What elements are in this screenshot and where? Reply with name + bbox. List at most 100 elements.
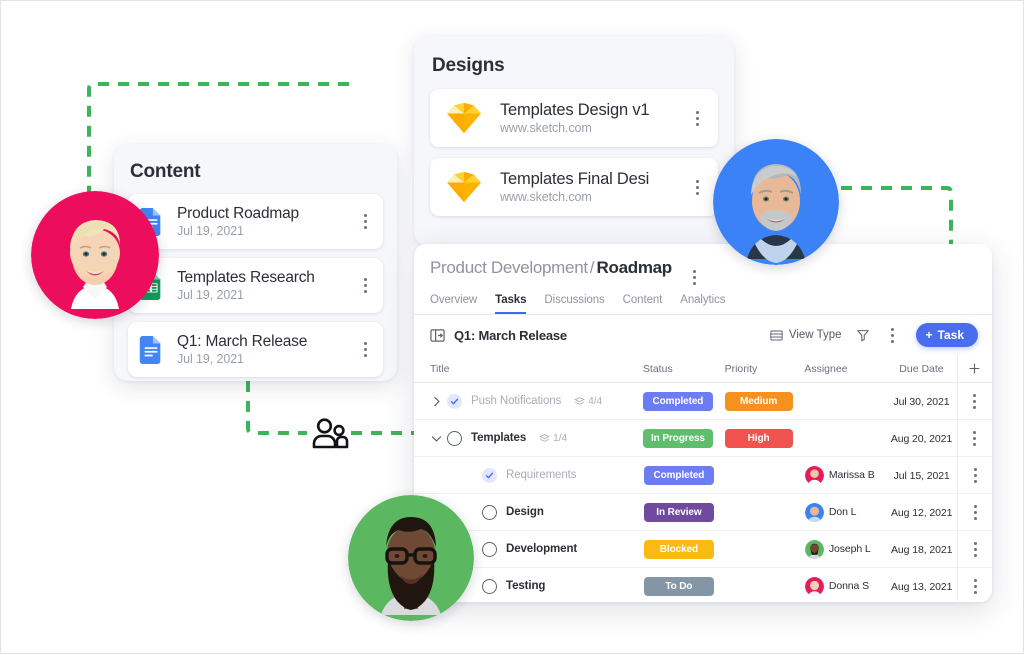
assignee-cell[interactable]: Joseph L [805, 540, 886, 559]
due-date: Jul 30, 2021 [893, 396, 949, 408]
avatar [805, 577, 824, 596]
table-header: Title Status Priority Assignee Due Date [414, 355, 992, 383]
designs-item-more-icon[interactable] [688, 180, 706, 195]
table-row[interactable]: Development Blocked Joseph L Aug 18, 202… [414, 531, 992, 568]
sketch-icon [446, 171, 482, 203]
content-item-date: Jul 19, 2021 [177, 352, 356, 366]
designs-item-name: Templates Final Desi [500, 170, 688, 189]
priority-badge[interactable]: Medium [725, 392, 793, 411]
sketch-icon [446, 102, 482, 134]
google-docs-icon [139, 336, 163, 364]
toolbar-more-icon[interactable] [884, 328, 902, 343]
column-header-title[interactable]: Title [430, 363, 643, 375]
row-more-icon[interactable] [966, 468, 984, 483]
row-more-icon[interactable] [966, 542, 984, 557]
breadcrumb: Product Development / Roadmap [430, 258, 976, 285]
table-row[interactable]: Templates 1/4 In Progress High Aug 20, 2… [414, 420, 992, 457]
designs-item-name: Templates Design v1 [500, 101, 688, 120]
subtask-count: 4/4 [574, 396, 602, 407]
task-title: Requirements [506, 469, 576, 481]
row-more-icon[interactable] [966, 579, 984, 594]
filter-icon[interactable] [856, 328, 870, 342]
check-icon [450, 397, 459, 406]
content-item-name: Templates Research [177, 269, 356, 287]
task-checkbox[interactable] [482, 505, 497, 520]
table-row[interactable]: Testing To Do Donna S Aug 13, 2021 [414, 568, 992, 602]
avatar [805, 466, 824, 485]
task-checkbox[interactable] [482, 579, 497, 594]
list-title: Q1: March Release [454, 328, 567, 343]
status-badge[interactable]: In Progress [643, 429, 713, 448]
chevron-right-icon[interactable] [430, 395, 443, 408]
view-type-button[interactable]: View Type [770, 329, 842, 342]
avatar-man-glasses [348, 495, 474, 621]
content-item-more-icon[interactable] [356, 342, 374, 357]
tab-overview[interactable]: Overview [430, 294, 477, 314]
column-header-due-date[interactable]: Due Date [886, 363, 957, 375]
content-item-more-icon[interactable] [356, 278, 374, 293]
collapse-panel-icon[interactable] [430, 328, 445, 343]
panel-tabs: Overview Tasks Discussions Content Analy… [430, 294, 976, 314]
subtask-count: 1/4 [539, 433, 567, 444]
column-header-status[interactable]: Status [643, 363, 725, 375]
subtask-icon [539, 433, 550, 444]
team-members-icon [311, 417, 349, 449]
task-title: Testing [506, 580, 545, 592]
breadcrumb-parent[interactable]: Product Development [430, 258, 588, 278]
content-list-item[interactable]: Product Roadmap Jul 19, 2021 [128, 194, 383, 249]
task-checkbox[interactable] [447, 431, 462, 446]
panel-more-icon[interactable] [686, 270, 704, 285]
row-more-icon[interactable] [966, 394, 984, 409]
task-checkbox[interactable] [482, 542, 497, 557]
content-list-item[interactable]: Templates Research Jul 19, 2021 [128, 258, 383, 313]
column-header-priority[interactable]: Priority [725, 363, 805, 375]
breadcrumb-separator: / [590, 258, 595, 278]
check-icon [485, 471, 494, 480]
table-row[interactable]: Design In Review Don L Aug 12, 2021 [414, 494, 992, 531]
column-header-assignee[interactable]: Assignee [804, 363, 886, 375]
due-date: Aug 20, 2021 [891, 433, 952, 445]
designs-list-item[interactable]: Templates Design v1 www.sketch.com [430, 89, 718, 147]
tab-content[interactable]: Content [623, 294, 663, 314]
due-date: Aug 12, 2021 [891, 507, 952, 519]
task-title: Push Notifications [471, 395, 561, 407]
row-more-icon[interactable] [966, 505, 984, 520]
content-item-name: Product Roadmap [177, 205, 356, 223]
status-badge[interactable]: Completed [644, 466, 714, 485]
designs-item-more-icon[interactable] [688, 111, 706, 126]
add-task-label: Task [938, 328, 964, 342]
plus-icon [968, 362, 981, 375]
assignee-cell[interactable]: Don L [805, 503, 886, 522]
add-task-plus-icon: + [926, 328, 933, 342]
status-badge[interactable]: Completed [643, 392, 713, 411]
designs-list-item[interactable]: Templates Final Desi www.sketch.com [430, 158, 718, 216]
tab-discussions[interactable]: Discussions [544, 294, 604, 314]
assignee-name: Don L [829, 506, 857, 518]
designs-card-title: Designs [432, 55, 718, 77]
chevron-down-icon[interactable] [430, 432, 443, 445]
avatar-woman-blonde [31, 191, 159, 319]
status-badge[interactable]: In Review [644, 503, 714, 522]
task-checkbox[interactable] [447, 394, 462, 409]
task-title: Development [506, 543, 577, 555]
tab-tasks[interactable]: Tasks [495, 294, 526, 314]
priority-badge[interactable]: High [725, 429, 793, 448]
task-checkbox[interactable] [482, 468, 497, 483]
content-item-more-icon[interactable] [356, 214, 374, 229]
content-item-date: Jul 19, 2021 [177, 224, 356, 238]
due-date: Jul 15, 2021 [894, 470, 950, 482]
avatar [805, 503, 824, 522]
subtask-icon [574, 396, 585, 407]
table-row[interactable]: Push Notifications 4/4 Completed Medium … [414, 383, 992, 420]
task-title: Templates [471, 432, 526, 444]
content-list-item[interactable]: Q1: March Release Jul 19, 2021 [128, 322, 383, 377]
assignee-cell[interactable]: Marissa B [805, 466, 886, 485]
tab-analytics[interactable]: Analytics [680, 294, 725, 314]
status-badge[interactable]: Blocked [644, 540, 714, 559]
table-row[interactable]: Requirements Completed Marissa B Jul 15,… [414, 457, 992, 494]
add-task-button[interactable]: + Task [916, 323, 978, 347]
add-column-button[interactable] [957, 355, 992, 382]
row-more-icon[interactable] [966, 431, 984, 446]
status-badge[interactable]: To Do [644, 577, 714, 596]
assignee-cell[interactable]: Donna S [805, 577, 886, 596]
